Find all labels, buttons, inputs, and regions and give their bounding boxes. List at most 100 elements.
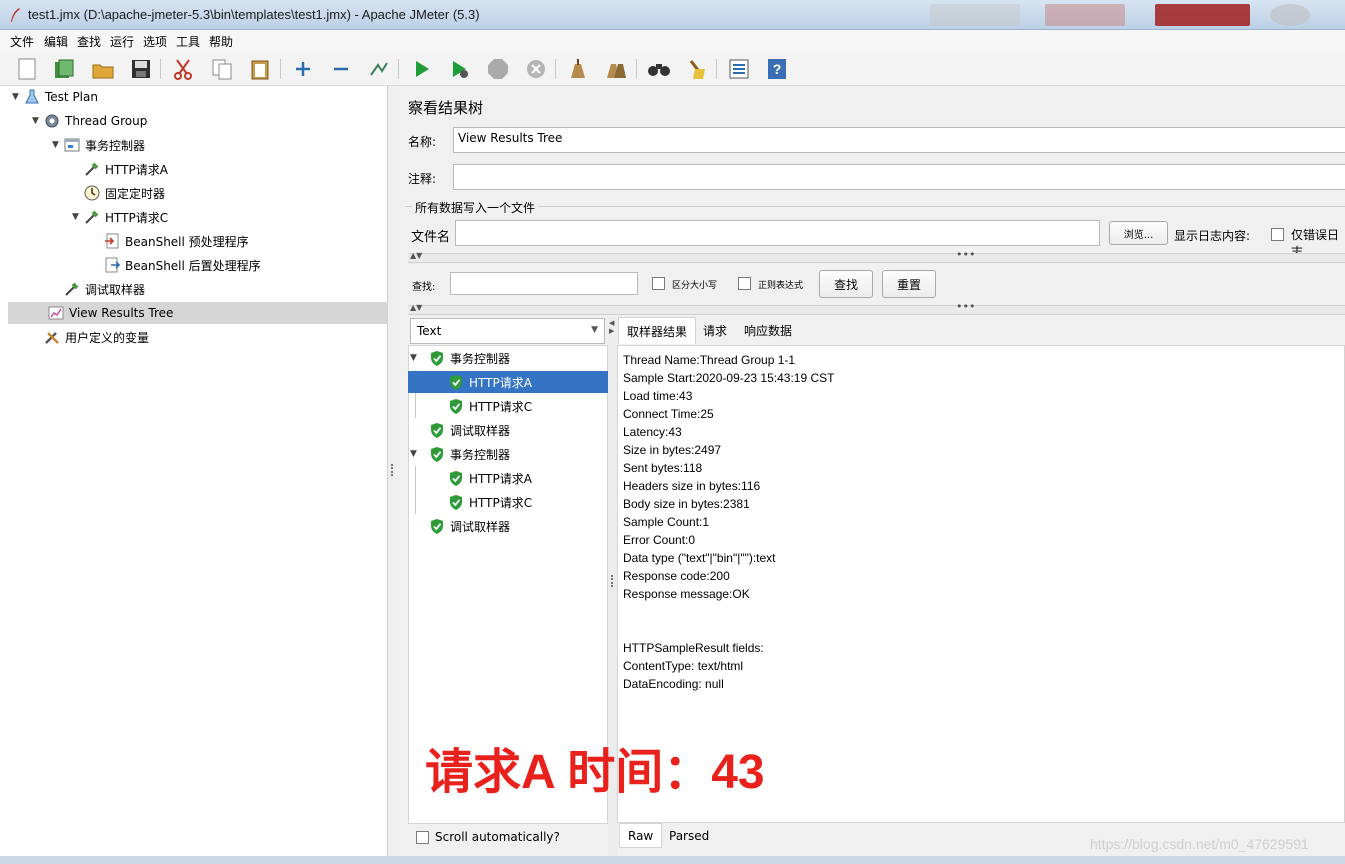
regex-checkbox[interactable] [738,277,751,290]
filename-field[interactable] [455,220,1100,246]
menu-search[interactable]: 查找 [77,33,101,50]
search-icon[interactable] [647,57,671,81]
menu-run[interactable]: 运行 [110,33,134,50]
cut-icon[interactable] [171,57,195,81]
tree-node-beanshell-preprocessor[interactable]: BeanShell 预处理程序 [92,230,249,252]
result-line: Response code:200 [623,569,730,583]
filename-label: 文件名 [411,230,451,245]
tab-sampler-result[interactable]: 取样器结果 [618,317,697,344]
reset-search-icon[interactable] [685,57,709,81]
start-icon[interactable] [410,57,434,81]
collapse-arrow-icon[interactable]: ▼ [72,212,84,222]
svg-text:?: ? [773,61,782,77]
toolbar-separator [716,59,717,79]
result-line: DataEncoding: null [623,677,724,691]
menu-help[interactable]: 帮助 [209,33,233,50]
result-node-label: HTTP请求A [469,471,532,486]
scroll-auto-label: Scroll automatically? [435,830,560,844]
transaction-controller-icon [64,138,80,152]
tree-node-constant-timer[interactable]: 固定定时器 [72,182,165,204]
result-node-selected[interactable]: HTTP请求A [408,371,608,393]
log-content-label: 显示日志内容: [1174,229,1251,243]
tree-node-http-request-a[interactable]: HTTP请求A [72,158,168,180]
templates-icon[interactable] [52,57,76,81]
search-field[interactable] [450,272,638,295]
stop-icon[interactable] [486,57,510,81]
expand-icon[interactable] [291,57,315,81]
section-divider-2[interactable]: ▲▼ ••• [408,300,1345,315]
tree-node-label: 事务控制器 [85,138,146,153]
result-line: Data type ("text"|"bin"|""):text [623,551,776,565]
success-shield-icon [450,374,462,390]
tree-node-debug-sampler[interactable]: 调试取样器 [52,278,145,300]
name-field[interactable]: View Results Tree [453,127,1345,153]
menu-tools[interactable]: 工具 [176,33,200,50]
tree-node-user-defined-variables[interactable]: 用户定义的变量 [32,326,149,348]
tree-node-beanshell-postprocessor[interactable]: BeanShell 后置处理程序 [92,254,261,276]
splitter-grip [391,464,394,476]
menu-options[interactable]: 选项 [143,33,167,50]
browse-button[interactable]: 浏览... [1109,221,1168,245]
collapse-arrow-icon[interactable]: ▼ [52,140,64,150]
renderer-select[interactable]: Text ▼ [410,318,605,344]
collapse-arrow-icon[interactable]: ▼ [410,449,430,459]
clear-all-icon[interactable] [604,57,628,81]
window-bottom-border [0,856,1345,864]
reset-button[interactable]: 重置 [882,270,936,298]
clear-icon[interactable] [566,57,590,81]
collapse-arrow-icon[interactable]: ▼ [12,92,24,102]
menu-edit[interactable]: 编辑 [44,33,68,50]
result-node[interactable]: ▼ 事务控制器 [410,443,510,465]
new-icon[interactable] [15,57,39,81]
find-button[interactable]: 查找 [819,270,873,298]
collapse-arrow-icon[interactable]: ▼ [32,116,44,126]
tree-node-thread-group[interactable]: ▼ Thread Group [32,110,147,132]
result-node[interactable]: HTTP请求C [449,491,532,513]
function-helper-icon[interactable] [727,57,751,81]
tree-node-test-plan[interactable]: ▼ Test Plan [12,86,98,108]
tab-parsed[interactable]: Parsed [661,823,717,848]
menu-file[interactable]: 文件 [10,33,34,50]
tab-response-data[interactable]: 响应数据 [736,317,800,344]
section-divider-1[interactable]: ▲▼ ••• [408,248,1345,263]
result-node[interactable]: 调试取样器 [430,419,510,441]
tab-request[interactable]: 请求 [695,317,735,344]
open-icon[interactable] [91,57,115,81]
window-titlebar: test1.jmx (D:\apache-jmeter-5.3\bin\temp… [0,0,1345,30]
annotation-overlay: 请求A 时间：43 [425,746,765,799]
shutdown-icon[interactable] [524,57,548,81]
tree-node-view-results-tree[interactable]: View Results Tree [8,302,388,324]
copy-icon[interactable] [210,57,234,81]
result-node-label: HTTP请求C [469,399,533,414]
collapse-icon[interactable] [329,57,353,81]
tree-guide-line [415,466,416,514]
result-node[interactable]: HTTP请求A [449,467,532,489]
result-line: Error Count:0 [623,533,696,547]
result-node[interactable]: HTTP请求C [449,395,532,417]
result-line: Load time:43 [623,389,693,403]
help-icon[interactable]: ? [765,57,789,81]
tree-node-http-request-c[interactable]: ▼ HTTP请求C [72,206,168,228]
result-line: Response message:OK [623,587,750,601]
collapse-arrow-icon[interactable]: ▼ [410,353,430,363]
divider-grip-icon: ••• [956,300,976,313]
result-node[interactable]: 调试取样器 [430,515,510,537]
comment-label: 注释: [408,172,437,186]
tab-raw[interactable]: Raw [619,823,663,848]
errors-only-checkbox[interactable] [1271,228,1284,241]
toggle-icon[interactable] [367,57,391,81]
scroll-auto-checkbox[interactable] [416,831,429,844]
start-no-pause-icon[interactable] [448,57,472,81]
result-line: Sample Count:1 [623,515,710,529]
main-splitter[interactable] [388,86,398,856]
comment-field[interactable] [453,164,1345,190]
paste-icon[interactable] [248,57,272,81]
result-node[interactable]: ▼ 事务控制器 [410,347,510,369]
save-icon[interactable] [129,57,153,81]
postprocessor-icon [105,257,120,273]
case-sensitive-checkbox[interactable] [652,277,665,290]
tree-node-transaction-controller[interactable]: ▼ 事务控制器 [52,134,145,156]
success-shield-icon [450,398,462,414]
toolbar-separator [160,59,161,79]
result-node-label: 调试取样器 [450,519,511,534]
